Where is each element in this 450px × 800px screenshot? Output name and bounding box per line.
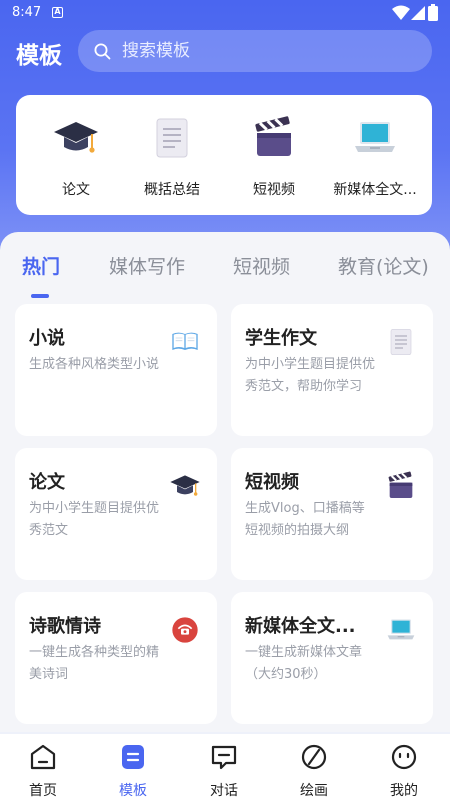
clapperboard-icon — [385, 470, 417, 502]
card-description: 一键生成新媒体文章（大约30秒） — [245, 645, 363, 682]
template-card-student-essay[interactable]: 学生作文 为中小学生题目提供优秀范文，帮助你学习 — [231, 304, 433, 436]
notification-a-icon: A — [52, 7, 63, 18]
card-title: 新媒体全文... — [245, 616, 356, 637]
tab-media-writing[interactable]: 媒体写作 — [109, 252, 185, 279]
feature-label: 概括总结 — [144, 182, 200, 198]
profile-icon — [391, 744, 417, 770]
feature-label: 新媒体全文... — [333, 182, 417, 198]
document-icon — [148, 113, 196, 163]
search-bar[interactable] — [78, 30, 432, 72]
graduation-cap-icon — [169, 470, 201, 502]
clapperboard-icon — [250, 113, 298, 163]
active-tab-indicator — [31, 294, 49, 298]
laptop-icon — [385, 614, 417, 646]
card-title: 短视频 — [245, 472, 299, 493]
poem-badge-icon — [169, 614, 201, 646]
tab-short-video[interactable]: 短视频 — [233, 252, 290, 279]
feature-label: 短视频 — [253, 182, 295, 198]
template-card-thesis[interactable]: 论文 为中小学生题目提供优秀范文 — [15, 448, 217, 580]
feature-short-video[interactable]: 短视频 — [222, 113, 326, 203]
feature-label: 论文 — [62, 182, 90, 198]
document-icon — [385, 326, 417, 358]
nav-label: 模板 — [119, 783, 147, 799]
status-bar: 8:47 A — [0, 0, 450, 26]
feature-summary[interactable]: 概括总结 — [120, 113, 224, 203]
template-card-new-media[interactable]: 新媒体全文... 一键生成新媒体文章（大约30秒） — [231, 592, 433, 724]
template-card-short-video[interactable]: 短视频 生成Vlog、口播稿等短视频的拍摄大纲 — [231, 448, 433, 580]
feature-thesis[interactable]: 论文 — [24, 113, 128, 203]
nav-label: 我的 — [390, 783, 418, 799]
card-description: 生成各种风格类型小说 — [29, 357, 160, 372]
card-description: 一键生成各种类型的精美诗词 — [29, 645, 160, 682]
nav-paint[interactable]: 绘画 — [284, 742, 344, 799]
laptop-icon — [351, 113, 399, 163]
battery-icon — [428, 4, 438, 21]
template-icon — [122, 745, 144, 769]
nav-chat[interactable]: 对话 — [194, 742, 254, 799]
card-description: 为中小学生题目提供优秀范文 — [29, 501, 160, 538]
nav-label: 绘画 — [300, 783, 328, 799]
card-title: 论文 — [29, 472, 65, 493]
tab-education[interactable]: 教育(论文) — [338, 252, 429, 279]
signal-icon — [411, 6, 425, 20]
template-panel: 热门 媒体写作 短视频 教育(论文) 小说 生成各种风格类型小说 学生作文 为中… — [0, 232, 450, 732]
nav-label: 对话 — [210, 783, 238, 799]
category-tabs: 热门 媒体写作 短视频 教育(论文) — [0, 252, 450, 292]
search-input[interactable] — [122, 30, 412, 72]
card-title: 学生作文 — [245, 328, 317, 349]
home-icon — [30, 744, 56, 770]
bottom-nav: 首页 模板 对话 绘画 我的 — [0, 734, 450, 800]
chat-icon — [211, 745, 237, 770]
featured-templates-card: 论文 概括总结 短视频 新媒体全文... — [16, 95, 432, 215]
nav-templates[interactable]: 模板 — [103, 742, 163, 799]
card-title: 诗歌情诗 — [29, 616, 101, 637]
wifi-icon — [392, 5, 410, 20]
nav-home[interactable]: 首页 — [13, 742, 73, 799]
template-card-novel[interactable]: 小说 生成各种风格类型小说 — [15, 304, 217, 436]
search-icon — [94, 43, 111, 60]
status-time: 8:47 — [12, 5, 42, 20]
page-title: 模板 — [16, 43, 62, 69]
paint-icon — [301, 744, 327, 770]
card-description: 生成Vlog、口播稿等短视频的拍摄大纲 — [245, 501, 365, 538]
nav-label: 首页 — [29, 783, 57, 799]
template-card-poetry[interactable]: 诗歌情诗 一键生成各种类型的精美诗词 — [15, 592, 217, 724]
card-description: 为中小学生题目提供优秀范文，帮助你学习 — [245, 357, 376, 394]
book-icon — [169, 326, 201, 358]
tab-popular[interactable]: 热门 — [22, 252, 60, 279]
feature-new-media[interactable]: 新媒体全文... — [322, 113, 428, 203]
graduation-cap-icon — [52, 113, 100, 163]
nav-profile[interactable]: 我的 — [374, 742, 434, 799]
card-title: 小说 — [29, 328, 65, 349]
